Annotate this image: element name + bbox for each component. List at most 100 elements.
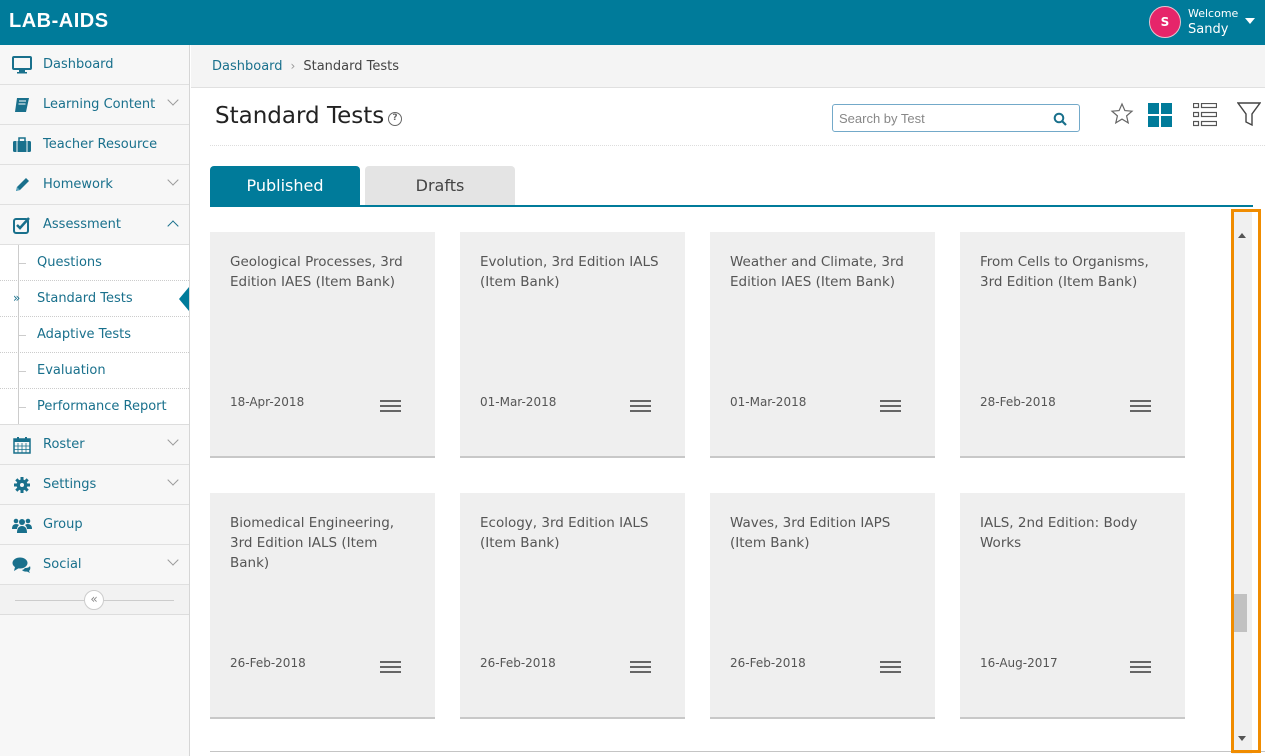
breadcrumb-current: Standard Tests [303, 58, 399, 74]
chat-icon [12, 555, 32, 575]
test-card-date: 26-Feb-2018 [730, 656, 806, 670]
test-card-date: 26-Feb-2018 [230, 656, 306, 670]
sidebar-subitem-label: Standard Tests [37, 291, 133, 306]
test-card[interactable]: Waves, 3rd Edition IAPS (Item Bank) 26-Fe… [710, 493, 935, 719]
search-box [832, 104, 1080, 132]
welcome-label: Welcome [1188, 7, 1239, 20]
monitor-icon [12, 55, 32, 75]
user-menu[interactable]: S Welcome Sandy [1147, 0, 1265, 45]
sidebar-subitem-label: Evaluation [37, 363, 106, 378]
sidebar-item-label: Group [43, 517, 83, 532]
test-card-title[interactable]: IALS, 2nd Edition: Body Works [980, 513, 1167, 553]
sidebar-item-group[interactable]: Group [0, 505, 189, 545]
logo-text: LAB-AIDS [9, 10, 109, 32]
chevron-down-icon[interactable] [167, 434, 179, 446]
test-card-date: 16-Aug-2017 [980, 656, 1058, 670]
double-chevron-right-icon: » [13, 291, 21, 305]
hamburger-menu-icon[interactable] [380, 661, 401, 674]
briefcase-icon [12, 135, 32, 155]
sidebar-item-dashboard[interactable]: Dashboard [0, 45, 189, 85]
sidebar-item-label: Homework [43, 177, 113, 192]
test-card-date: 28-Feb-2018 [980, 395, 1056, 409]
sidebar-collapse-row: « [0, 585, 189, 615]
sidebar-item-label: Teacher Resource [43, 137, 158, 152]
search-input[interactable] [833, 105, 1043, 131]
checkbox-icon [12, 215, 32, 235]
scrollbar-highlight-box [1231, 209, 1261, 753]
test-card-title[interactable]: Weather and Climate, 3rd Edition IAES (I… [730, 252, 917, 292]
test-card[interactable]: Geological Processes, 3rd Edition IAES (… [210, 232, 435, 458]
breadcrumb: Dashboard › Standard Tests [191, 45, 1265, 88]
caret-down-icon[interactable] [1245, 18, 1255, 24]
search-icon[interactable] [1053, 111, 1067, 130]
chevron-down-icon[interactable] [167, 94, 179, 106]
breadcrumb-separator: › [290, 59, 296, 73]
sidebar-item-social[interactable]: Social [0, 545, 189, 585]
test-card-title[interactable]: Evolution, 3rd Edition IALS (Item Bank) [480, 252, 667, 292]
chevron-up-icon[interactable] [167, 220, 179, 232]
sidebar-item-roster[interactable]: Roster [0, 425, 189, 465]
pencil-icon [12, 175, 32, 195]
test-card-date: 26-Feb-2018 [480, 656, 556, 670]
test-card-title[interactable]: From Cells to Organisms, 3rd Edition (It… [980, 252, 1167, 292]
test-card-title[interactable]: Waves, 3rd Edition IAPS (Item Bank) [730, 513, 917, 553]
top-bar: LAB-AIDS S Welcome Sandy [0, 0, 1265, 45]
sidebar-subitem-evaluation[interactable]: Evaluation [0, 353, 189, 389]
test-card[interactable]: Ecology, 3rd Edition IALS (Item Bank) 26-… [460, 493, 685, 719]
test-card-title[interactable]: Ecology, 3rd Edition IALS (Item Bank) [480, 513, 667, 553]
sidebar-subitem-standard-tests[interactable]: » Standard Tests [0, 281, 189, 317]
hamburger-menu-icon[interactable] [380, 400, 401, 413]
calendar-icon [12, 435, 32, 455]
sidebar: Dashboard Learning Content Teacher Resou… [0, 45, 190, 756]
test-card[interactable]: Biomedical Engineering, 3rd Edition IALS… [210, 493, 435, 719]
test-card-date: 01-Mar-2018 [480, 395, 557, 409]
chevron-down-icon[interactable] [167, 174, 179, 186]
help-icon[interactable]: ? [388, 112, 402, 126]
sidebar-item-label: Learning Content [43, 97, 156, 112]
test-card-title[interactable]: Geological Processes, 3rd Edition IAES (… [230, 252, 417, 292]
star-icon[interactable] [1110, 102, 1134, 130]
test-card-title[interactable]: Biomedical Engineering, 3rd Edition IALS… [230, 513, 417, 573]
filter-icon[interactable] [1236, 102, 1262, 132]
collapse-sidebar-button[interactable]: « [84, 590, 104, 610]
sidebar-item-homework[interactable]: Homework [0, 165, 189, 205]
sidebar-item-teacher-resource[interactable]: Teacher Resource [0, 125, 189, 165]
breadcrumb-dashboard-link[interactable]: Dashboard [212, 59, 283, 74]
sidebar-subitem-questions[interactable]: Questions [0, 245, 189, 281]
assessment-submenu: Questions » Standard Tests Adaptive Test… [0, 245, 189, 425]
hamburger-menu-icon[interactable] [880, 400, 901, 413]
test-card-date: 18-Apr-2018 [230, 395, 305, 409]
hamburger-menu-icon[interactable] [1130, 400, 1151, 413]
list-view-icon[interactable] [1192, 102, 1218, 131]
sidebar-subitem-label: Performance Report [37, 399, 167, 414]
lab-aids-logo[interactable]: LAB-AIDS [9, 10, 109, 33]
test-card[interactable]: IALS, 2nd Edition: Body Works 16-Aug-2017 [960, 493, 1185, 719]
divider [210, 751, 1265, 752]
sidebar-item-assessment[interactable]: Assessment [0, 205, 189, 245]
hamburger-menu-icon[interactable] [880, 661, 901, 674]
grid-view-icon[interactable] [1148, 103, 1172, 131]
group-icon [12, 515, 32, 535]
test-card[interactable]: Evolution, 3rd Edition IALS (Item Bank) 0… [460, 232, 685, 458]
sidebar-item-settings[interactable]: Settings [0, 465, 189, 505]
test-card[interactable]: From Cells to Organisms, 3rd Edition (It… [960, 232, 1185, 458]
hamburger-menu-icon[interactable] [630, 400, 651, 413]
sidebar-item-label: Dashboard [43, 57, 114, 72]
hamburger-menu-icon[interactable] [630, 661, 651, 674]
avatar[interactable]: S [1149, 6, 1181, 38]
main-content: Dashboard › Standard Tests Standard Test… [191, 45, 1265, 756]
sidebar-item-label: Social [43, 557, 82, 572]
sidebar-item-label: Settings [43, 477, 97, 492]
tab-published[interactable]: Published [210, 166, 360, 205]
sidebar-subitem-performance-report[interactable]: Performance Report [0, 389, 189, 425]
sidebar-item-label: Assessment [43, 217, 121, 232]
sidebar-item-learning-content[interactable]: Learning Content [0, 85, 189, 125]
chevron-down-icon[interactable] [167, 474, 179, 486]
user-name: Sandy [1188, 22, 1229, 37]
hamburger-menu-icon[interactable] [1130, 661, 1151, 674]
test-card[interactable]: Weather and Climate, 3rd Edition IAES (I… [710, 232, 935, 458]
sidebar-subitem-adaptive-tests[interactable]: Adaptive Tests [0, 317, 189, 353]
chevron-down-icon[interactable] [167, 554, 179, 566]
tab-bar: Published Drafts [210, 166, 1253, 207]
tab-drafts[interactable]: Drafts [365, 166, 515, 205]
